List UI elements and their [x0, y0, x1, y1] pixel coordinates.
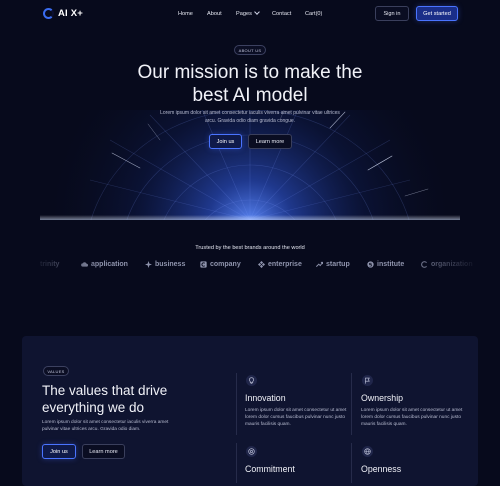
- values-badge: VALUES: [43, 366, 69, 376]
- logo-text: AI X+: [58, 8, 84, 19]
- brand-name: startup: [326, 261, 350, 268]
- globe-icon: [362, 446, 373, 457]
- brands-fade-right: [400, 256, 480, 276]
- hero-learn-more-button[interactable]: Learn more: [248, 134, 292, 149]
- diamond-grid-icon: [258, 261, 265, 268]
- value-text-innovation: Lorem ipsum dolor sit amet consectetur u…: [245, 408, 347, 428]
- trend-icon: [316, 261, 323, 267]
- brand-logo-enterprise: enterprise: [258, 261, 302, 268]
- value-title-commitment: Commitment: [245, 464, 295, 474]
- hero-title-line1: Our mission is to make the: [137, 62, 363, 83]
- nav-link-cart[interactable]: Cart(0): [305, 11, 322, 17]
- brand-logo-business: business: [145, 261, 185, 268]
- square-c-icon: [200, 261, 207, 268]
- brand-name: business: [155, 261, 186, 268]
- chevron-down-icon: [254, 9, 260, 15]
- hero-grid-graphic: [0, 110, 500, 220]
- brands-heading: Trusted by the best brands around the wo…: [195, 245, 305, 251]
- nav-link-about[interactable]: About: [207, 11, 222, 17]
- nav-link-pages-label: Pages: [236, 11, 252, 17]
- values-description: Lorem ipsum dolor sit amet consectetur i…: [42, 420, 169, 433]
- divider: [236, 373, 237, 435]
- hero-graphic: [0, 110, 500, 220]
- value-title-ownership: Ownership: [361, 393, 404, 403]
- divider: [236, 443, 237, 483]
- values-title: The values that drive everything we do: [42, 383, 168, 415]
- cross-star-icon: [145, 261, 152, 268]
- brand-logo-institute: institute: [367, 261, 404, 268]
- hero-join-button[interactable]: Join us: [209, 134, 242, 149]
- values-learn-more-button[interactable]: Learn more: [82, 444, 125, 459]
- target-icon: [246, 446, 257, 457]
- logo[interactable]: AI X+: [43, 8, 83, 19]
- divider: [351, 443, 352, 483]
- brands-fade-left: [30, 256, 100, 276]
- value-text-ownership: Lorem ipsum dolor sit amet consectetur u…: [361, 408, 463, 428]
- nav-link-pages[interactable]: Pages: [236, 9, 260, 17]
- circle-s-icon: [367, 261, 374, 268]
- lightbulb-icon: [246, 375, 257, 386]
- about-us-badge: ABOUT US: [234, 45, 266, 55]
- brand-name: enterprise: [268, 261, 302, 268]
- brand-name: company: [210, 261, 241, 268]
- nav-link-contact[interactable]: Contact: [272, 11, 291, 17]
- logo-icon: [43, 8, 54, 19]
- values-join-button[interactable]: Join us: [42, 444, 76, 459]
- flag-icon: [362, 375, 373, 386]
- sign-in-button[interactable]: Sign in: [375, 6, 409, 21]
- brand-logo-startup: startup: [316, 261, 350, 268]
- top-navigation: AI X+ Home About Pages Contact Cart(0) S…: [0, 0, 500, 28]
- brand-logo-company: company: [200, 261, 241, 268]
- value-title-openness: Openness: [361, 464, 402, 474]
- hero-subtitle: Lorem ipsum dolor sit amet consectetur i…: [160, 110, 340, 124]
- value-title-innovation: Innovation: [245, 393, 286, 403]
- hero-title-line2: best AI model: [192, 85, 308, 106]
- nav-link-home[interactable]: Home: [178, 11, 193, 17]
- get-started-button[interactable]: Get started: [416, 6, 458, 21]
